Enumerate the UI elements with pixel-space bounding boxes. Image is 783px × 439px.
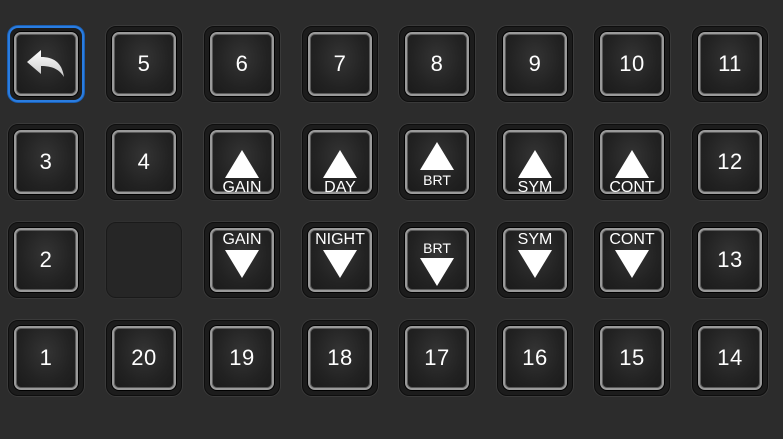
brt-down-label: BRT bbox=[423, 240, 451, 256]
button-8-label: 8 bbox=[430, 51, 444, 76]
down-arrow-icon bbox=[518, 250, 552, 278]
up-arrow-icon bbox=[323, 150, 357, 178]
gain-down-label: GAIN bbox=[222, 231, 262, 248]
button-12[interactable]: 12 bbox=[692, 124, 768, 200]
button-6[interactable]: 6 bbox=[204, 26, 280, 102]
down-arrow-icon bbox=[615, 250, 649, 278]
button-14-label: 14 bbox=[717, 345, 743, 370]
sym-up-label: SYM bbox=[517, 179, 553, 196]
up-arrow-icon bbox=[518, 150, 552, 178]
down-arrow-icon bbox=[323, 250, 357, 278]
night-down-button[interactable]: NIGHT bbox=[302, 222, 378, 298]
button-6-label: 6 bbox=[235, 51, 249, 76]
cont-up-button[interactable]: CONT bbox=[594, 124, 670, 200]
brt-up-label: BRT bbox=[423, 172, 451, 188]
gain-down-button[interactable]: GAIN bbox=[204, 222, 280, 298]
cont-down-label: CONT bbox=[609, 231, 655, 248]
button-18[interactable]: 18 bbox=[302, 320, 378, 396]
cont-down-button[interactable]: CONT bbox=[594, 222, 670, 298]
gain-up-label: GAIN bbox=[222, 179, 262, 196]
button-3-label: 3 bbox=[39, 149, 53, 174]
back-arrow-icon bbox=[27, 50, 64, 77]
button-8[interactable]: 8 bbox=[399, 26, 475, 102]
up-arrow-icon bbox=[615, 150, 649, 178]
back-button[interactable] bbox=[8, 26, 84, 102]
button-7[interactable]: 7 bbox=[302, 26, 378, 102]
button-20[interactable]: 20 bbox=[106, 320, 182, 396]
button-13-label: 13 bbox=[717, 247, 743, 272]
day-up-button[interactable]: DAY bbox=[302, 124, 378, 200]
cont-up-label: CONT bbox=[609, 179, 655, 196]
button-3[interactable]: 3 bbox=[8, 124, 84, 200]
button-11-label: 11 bbox=[718, 51, 742, 76]
down-arrow-icon bbox=[420, 258, 454, 286]
button-17-label: 17 bbox=[424, 345, 450, 370]
night-down-label: NIGHT bbox=[315, 231, 365, 248]
down-arrow-icon bbox=[225, 250, 259, 278]
button-4-label: 4 bbox=[137, 149, 151, 174]
up-arrow-icon bbox=[225, 150, 259, 178]
button-5[interactable]: 5 bbox=[106, 26, 182, 102]
button-1[interactable]: 1 bbox=[8, 320, 84, 396]
button-15[interactable]: 15 bbox=[594, 320, 670, 396]
button-7-label: 7 bbox=[333, 51, 347, 76]
button-15-label: 15 bbox=[619, 345, 645, 370]
up-arrow-icon bbox=[420, 142, 454, 170]
back-button-face bbox=[14, 32, 78, 96]
button-19-label: 19 bbox=[229, 345, 255, 370]
button-panel: 5 6 7 8 9 10 11 3 4 GAIN DAY BRT SYM CON… bbox=[0, 0, 783, 439]
day-up-label: DAY bbox=[324, 179, 356, 196]
button-5-label: 5 bbox=[137, 51, 151, 76]
button-2[interactable]: 2 bbox=[8, 222, 84, 298]
button-17[interactable]: 17 bbox=[399, 320, 475, 396]
empty-slot bbox=[106, 222, 182, 298]
button-13[interactable]: 13 bbox=[692, 222, 768, 298]
sym-up-button[interactable]: SYM bbox=[497, 124, 573, 200]
button-1-label: 1 bbox=[39, 345, 53, 370]
button-10-label: 10 bbox=[619, 51, 645, 76]
gain-up-button[interactable]: GAIN bbox=[204, 124, 280, 200]
sym-down-label: SYM bbox=[517, 231, 553, 248]
button-19[interactable]: 19 bbox=[204, 320, 280, 396]
button-16-label: 16 bbox=[522, 345, 548, 370]
brt-up-button[interactable]: BRT bbox=[399, 124, 475, 200]
button-11[interactable]: 11 bbox=[692, 26, 768, 102]
button-9[interactable]: 9 bbox=[497, 26, 573, 102]
button-16[interactable]: 16 bbox=[497, 320, 573, 396]
sym-down-button[interactable]: SYM bbox=[497, 222, 573, 298]
button-4[interactable]: 4 bbox=[106, 124, 182, 200]
button-18-label: 18 bbox=[327, 345, 353, 370]
button-9-label: 9 bbox=[528, 51, 542, 76]
button-20-label: 20 bbox=[131, 345, 157, 370]
button-12-label: 12 bbox=[717, 149, 743, 174]
button-10[interactable]: 10 bbox=[594, 26, 670, 102]
button-2-label: 2 bbox=[39, 247, 53, 272]
brt-down-button[interactable]: BRT bbox=[399, 222, 475, 298]
button-14[interactable]: 14 bbox=[692, 320, 768, 396]
